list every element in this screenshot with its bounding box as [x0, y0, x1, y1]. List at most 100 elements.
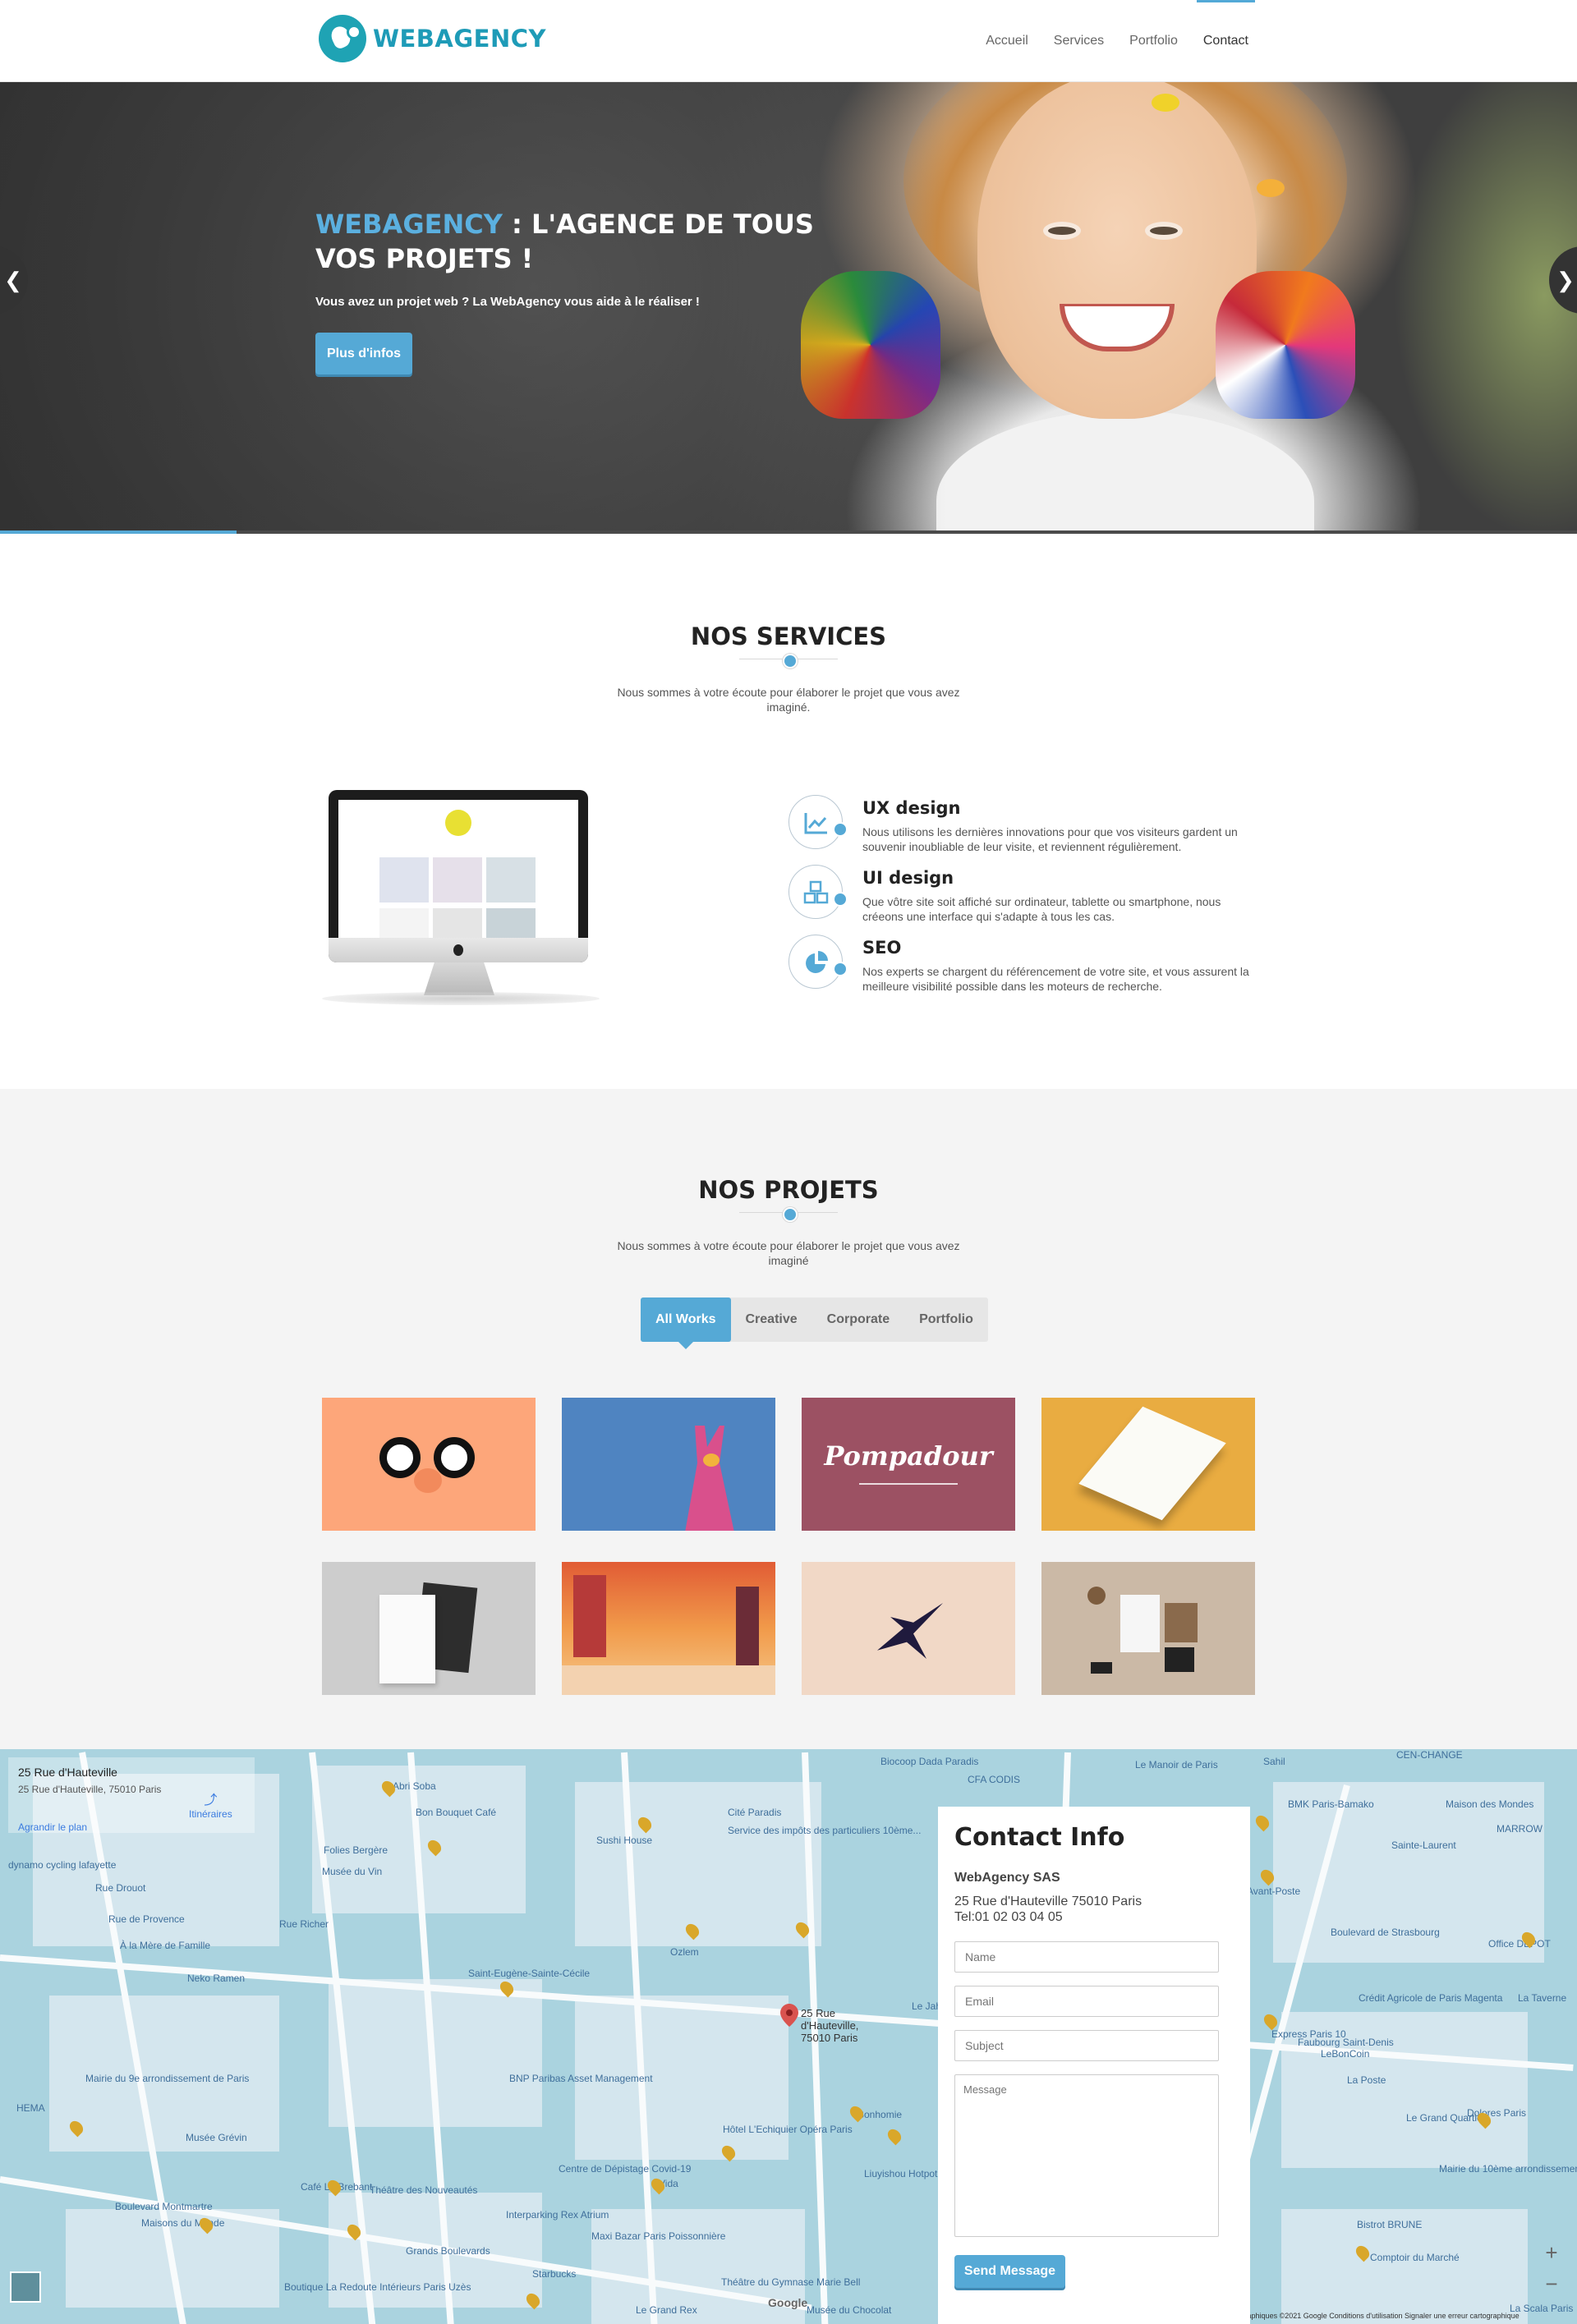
projects-title: NOS PROJETS — [698, 1176, 879, 1204]
map-layer-toggle[interactable] — [10, 2271, 41, 2303]
service-text: Nos experts se chargent du référencement… — [862, 965, 1249, 993]
map-label: LeBonCoin — [1321, 2048, 1370, 2060]
map-place-card: 25 Rue d'Hauteville 25 Rue d'Hauteville,… — [8, 1757, 255, 1833]
project-tile-glasses[interactable] — [322, 1398, 536, 1531]
map-label: Abri Soba — [393, 1780, 436, 1792]
email-field[interactable] — [954, 1986, 1219, 2017]
map-label: Bonhomie — [857, 2109, 903, 2120]
services-description: Nous sommes à votre écoute pour élaborer… — [617, 686, 960, 714]
company-address: 25 Rue d'Hauteville 75010 Paris Tel:01 0… — [954, 1895, 1143, 1924]
map-label: BNP Paribas Asset Management — [509, 2073, 653, 2084]
zoom-out-button[interactable]: − — [1539, 2271, 1564, 2296]
project-tile-plane[interactable] — [802, 1562, 1015, 1695]
map-label: BMK Paris-Bamako — [1288, 1798, 1374, 1810]
map-label: Rue Richer — [279, 1918, 329, 1930]
map-label: Boulevard Montmartre — [115, 2201, 213, 2212]
projects-description: Nous sommes à votre écoute pour élaborer… — [617, 1239, 960, 1267]
chevron-right-icon: ❯ — [1556, 268, 1575, 292]
hero-slider: WEBAGENCY : L'AGENCE DE TOUS VOS PROJETS… — [0, 82, 1577, 532]
map-label: La Poste — [1347, 2074, 1386, 2086]
site-header: WEBAGENCY Accueil Services Portfolio Con… — [0, 0, 1577, 82]
filter-all-works[interactable]: All Works — [641, 1297, 731, 1349]
nav-contact[interactable]: Contact — [1196, 0, 1256, 82]
map-label: Ozlem — [670, 1946, 699, 1958]
portfolio-filters: All Works Creative Corporate Portfolio — [641, 1297, 988, 1349]
map-label: Avant-Poste — [1247, 1885, 1301, 1897]
nav-services[interactable]: Services — [1054, 0, 1104, 82]
map-label: Folies Bergère — [324, 1844, 389, 1856]
map-label: Le Grand Rex — [636, 2304, 697, 2316]
project-tile-stationery[interactable] — [1041, 1562, 1255, 1695]
filter-portfolio[interactable]: Portfolio — [904, 1297, 988, 1342]
services-divider — [739, 654, 838, 668]
nav-accueil[interactable]: Accueil — [986, 0, 1028, 82]
subject-field[interactable] — [954, 2030, 1219, 2061]
map-label: Maison des Mondes — [1446, 1798, 1534, 1810]
map-label: Grands Boulevards — [406, 2245, 490, 2257]
map-label: Mairie du 9e arrondissement de Paris — [85, 2073, 250, 2084]
imac-image — [322, 787, 600, 1008]
service-title: UX design — [862, 798, 961, 818]
map-label: Sahil — [1263, 1756, 1285, 1767]
map-label: Crédit Agricole de Paris Magenta — [1359, 1992, 1503, 2004]
logo[interactable]: WEBAGENCY — [319, 15, 546, 62]
filter-corporate[interactable]: Corporate — [812, 1297, 904, 1342]
nav-portfolio[interactable]: Portfolio — [1129, 0, 1178, 82]
map-label: Musée du Vin — [322, 1866, 383, 1877]
hero-subtitle: Vous avez un projet web ? La WebAgency v… — [315, 295, 700, 309]
project-tile-city[interactable] — [562, 1562, 775, 1695]
logo-icon — [319, 15, 366, 62]
project-tile-bags[interactable] — [322, 1562, 536, 1695]
map-label: CFA CODIS — [968, 1774, 1021, 1785]
service-title: SEO — [862, 938, 902, 958]
map-label: Sainte-Laurent — [1391, 1839, 1456, 1851]
map-label: Starbucks — [532, 2268, 577, 2280]
place-title: 25 Rue d'Hauteville — [18, 1766, 117, 1779]
map-pin-icon[interactable] — [780, 2004, 798, 2027]
enlarge-map-link[interactable]: Agrandir le plan — [18, 1821, 87, 1833]
map-label: Dolores Paris — [1467, 2107, 1527, 2119]
map-label: Théâtre des Nouveautés — [370, 2184, 478, 2196]
service-text: Nous utilisons les dernières innovations… — [862, 825, 1238, 853]
map-label: Le Manoir de Paris — [1135, 1759, 1218, 1771]
directions-icon: ⤴ — [204, 1794, 218, 1807]
name-field[interactable] — [954, 1941, 1219, 1973]
send-message-button[interactable]: Send Message — [954, 2255, 1065, 2288]
map-label: Faubourg Saint-Denis — [1298, 2037, 1394, 2048]
map-label: La Taverne — [1518, 1992, 1567, 2004]
map-label: Théâtre du Gymnase Marie Bell — [721, 2276, 861, 2288]
project-tile-bunny[interactable] — [562, 1398, 775, 1531]
map-label: Bistrot BRUNE — [1357, 2219, 1423, 2230]
service-text: Que vôtre site soit affiché sur ordinate… — [862, 895, 1221, 923]
map-label: Cité Paradis — [728, 1807, 782, 1818]
map-label: Interparking Rex Atrium — [506, 2209, 609, 2221]
project-tile-pompadour[interactable]: Pompadour — [802, 1398, 1015, 1531]
service-title: UI design — [862, 868, 954, 888]
map-label: Office DEPOT — [1488, 1938, 1551, 1950]
map-label: Hôtel L'Echiquier Opéra Paris — [723, 2124, 853, 2135]
map-pin-label: 25 Rue d'Hauteville, 75010 Paris — [801, 2007, 859, 2044]
map-label: Musée du Chocolat — [807, 2304, 892, 2316]
service-ui: UI design Que vôtre site soit affiché su… — [787, 865, 1263, 930]
map-label: Bon Bouquet Café — [416, 1807, 497, 1818]
service-ux: UX design Nous utilisons les dernières i… — [787, 795, 1263, 861]
map-label: Maxi Bazar Paris Poissonnière — [591, 2230, 726, 2242]
message-field[interactable] — [954, 2074, 1219, 2237]
main-nav: Accueil Services Portfolio Contact — [960, 0, 1256, 82]
more-info-button[interactable]: Plus d'infos — [315, 333, 412, 374]
brand-name: WEBAGENCY — [373, 25, 547, 53]
service-seo: SEO Nos experts se chargent du référence… — [787, 935, 1263, 1000]
map-label: Musée Grévin — [186, 2132, 247, 2143]
contact-card: Contact Info WebAgency SAS 25 Rue d'Haut… — [938, 1807, 1250, 2324]
pie-chart-icon — [788, 935, 848, 989]
directions-link[interactable]: ⤴ Itinéraires — [189, 1789, 232, 1820]
filter-creative[interactable]: Creative — [731, 1297, 812, 1342]
project-tile-paper[interactable] — [1041, 1398, 1255, 1531]
map-label: Mairie du 10ème arrondissement — [1439, 2163, 1577, 2175]
hero-title: WEBAGENCY : L'AGENCE DE TOUS VOS PROJETS… — [315, 209, 814, 274]
map-label: MARROW — [1497, 1823, 1543, 1835]
cubes-icon — [788, 865, 848, 919]
zoom-in-button[interactable]: + — [1539, 2240, 1564, 2265]
map-label: Boutique La Redoute Intérieurs Paris Uzè… — [284, 2281, 471, 2293]
map-label: Sushi House — [596, 1835, 653, 1846]
